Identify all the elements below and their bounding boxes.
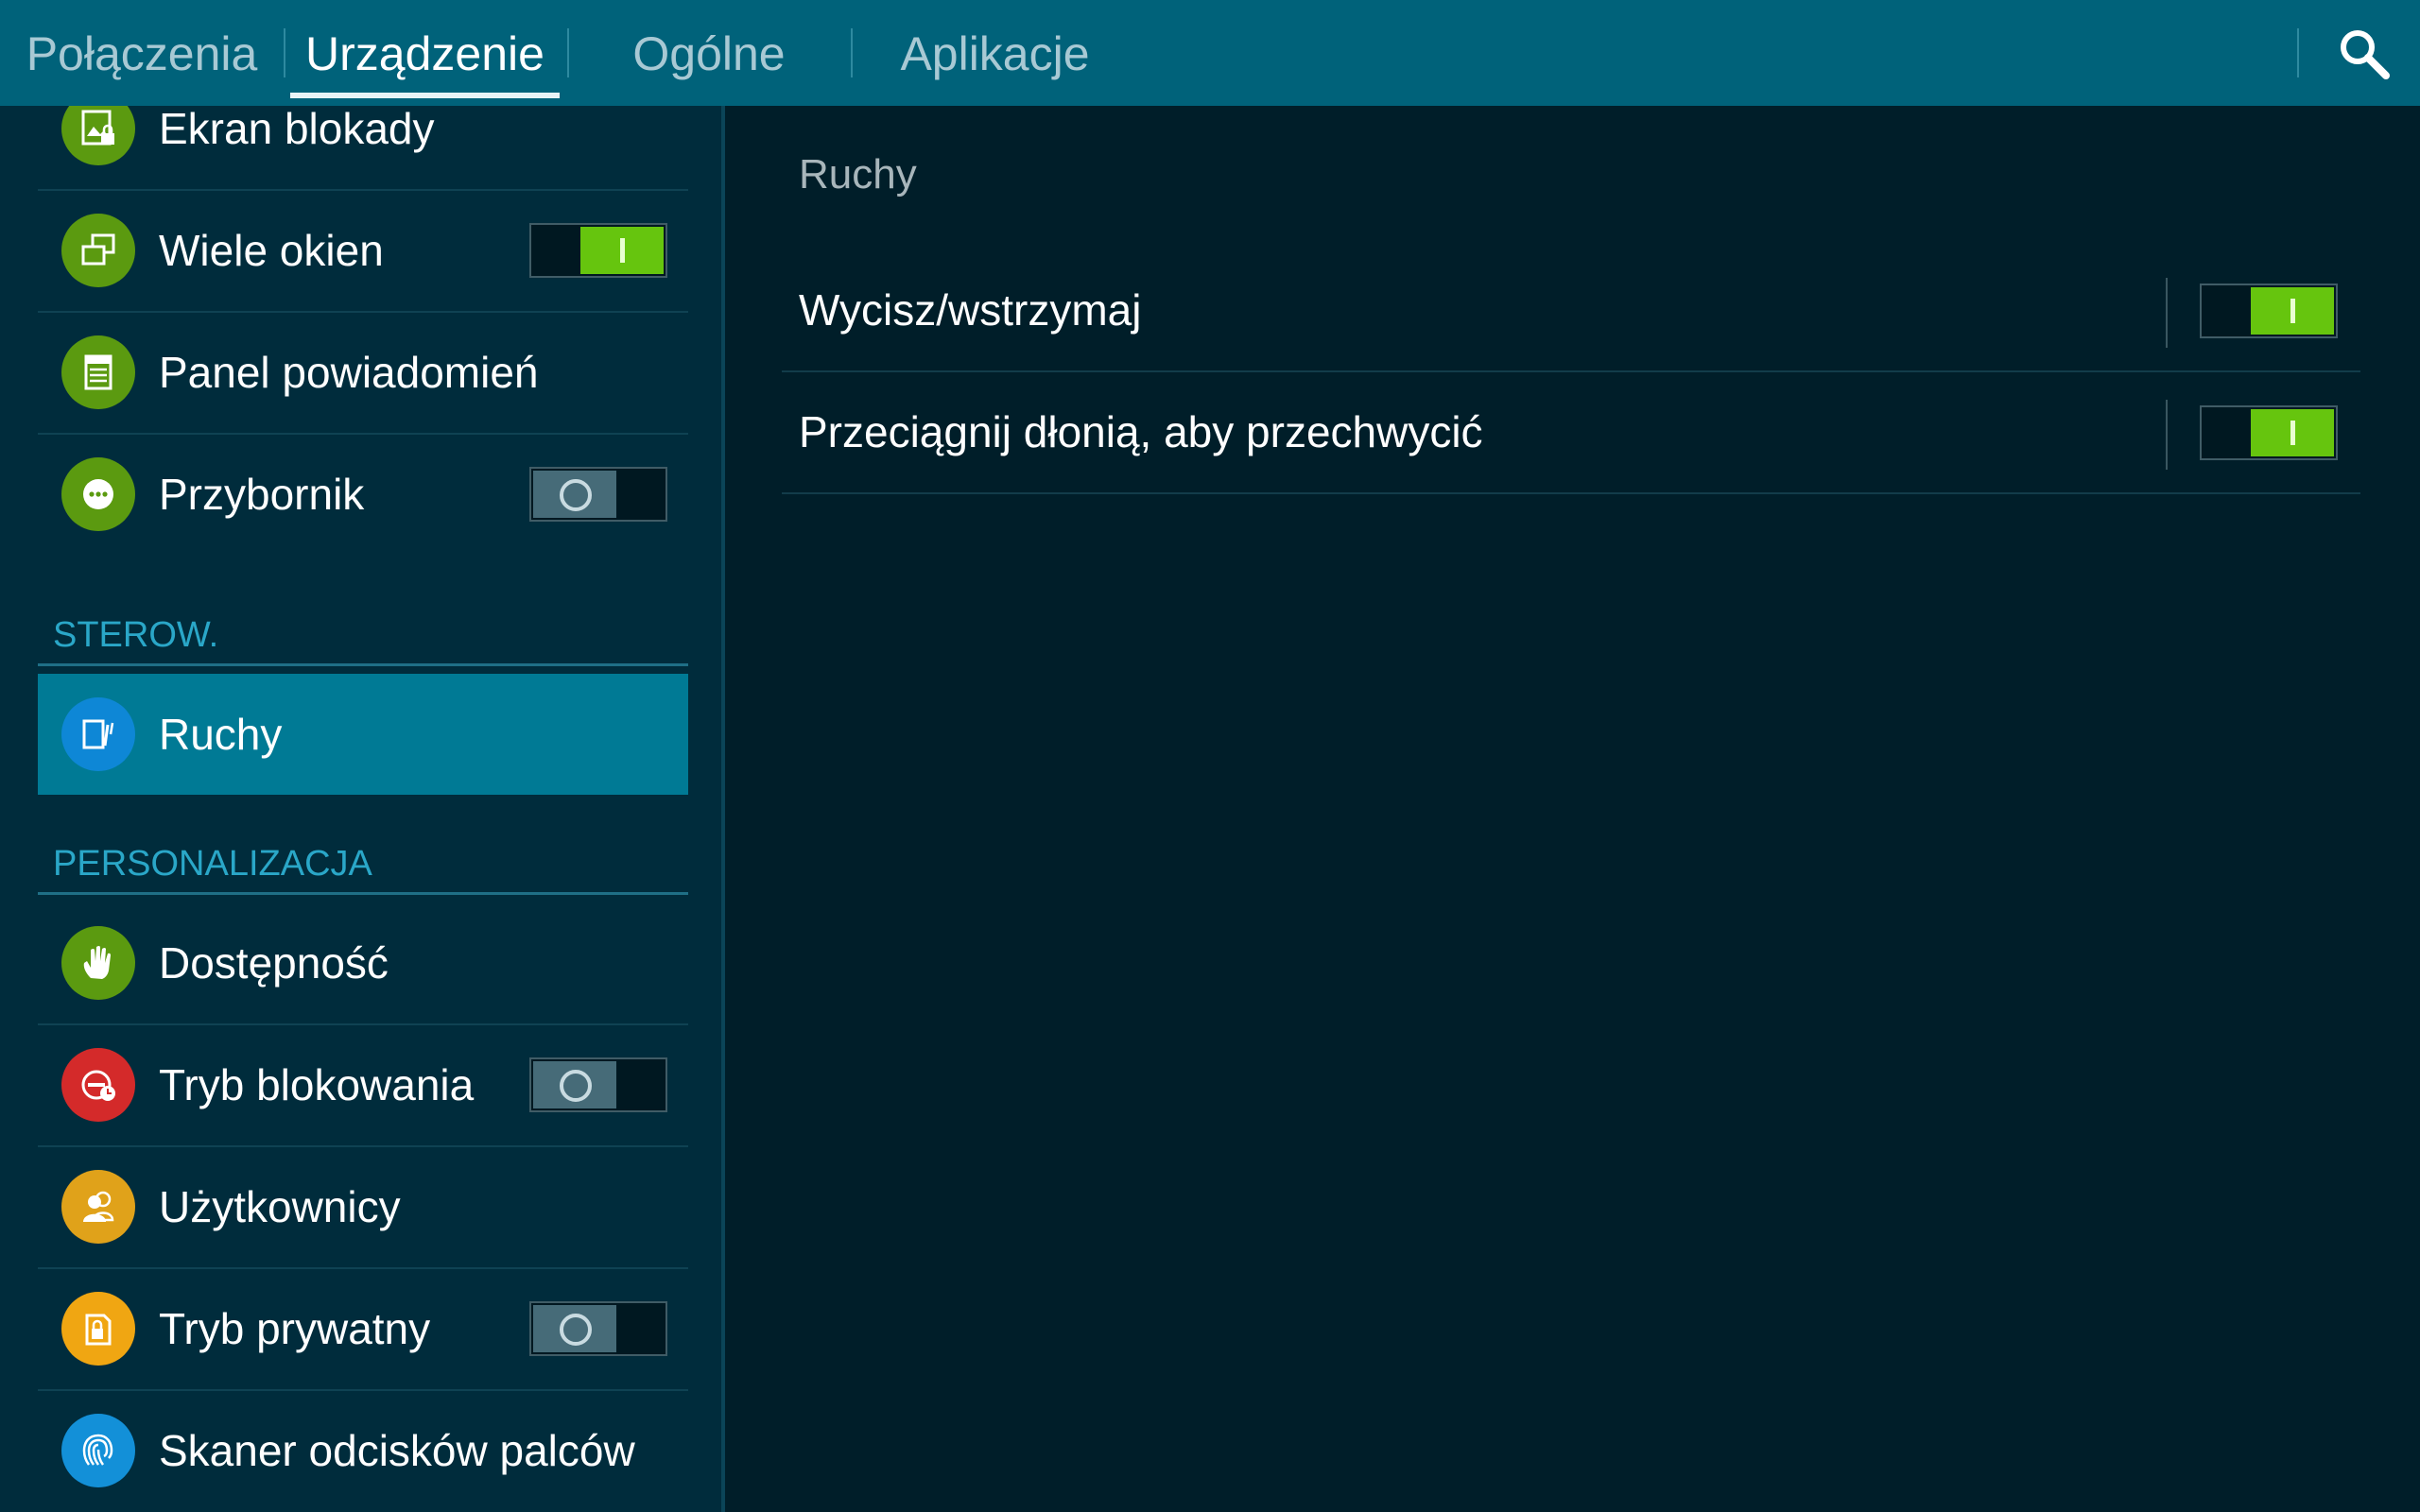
row-divider — [2166, 278, 2168, 348]
menu-item-toolbox[interactable]: Przybornik — [38, 434, 688, 555]
toggle-knob — [2251, 287, 2334, 335]
menu-item-label: Ruchy — [159, 710, 283, 759]
menu-item-fingerprint-scanner[interactable]: Skaner odcisków palców — [38, 1390, 688, 1511]
section-header-label: PERSONALIZACJA — [53, 844, 372, 884]
tab-label: Ogólne — [632, 27, 786, 80]
private-mode-toggle[interactable] — [529, 1301, 667, 1356]
tab-ogolne[interactable]: Ogólne — [586, 0, 832, 106]
menu-item-label: Ekran blokady — [159, 106, 435, 153]
fingerprint-icon — [61, 1414, 135, 1487]
motions-icon — [61, 697, 135, 771]
menu-item-accessibility[interactable]: Dostępność — [38, 902, 688, 1025]
blocking-mode-icon — [61, 1048, 135, 1122]
menu-item-lock-screen[interactable]: Ekran blokady — [38, 106, 688, 191]
menu-item-label: Skaner odcisków palców — [159, 1426, 635, 1475]
multi-window-icon — [61, 214, 135, 287]
top-tab-bar: Połączenia Urządzenie Ogólne Aplikacje — [0, 0, 2420, 106]
private-mode-icon — [61, 1292, 135, 1366]
tab-divider — [284, 28, 285, 77]
tab-label: Aplikacje — [900, 27, 1090, 80]
notification-panel-icon — [61, 335, 135, 409]
toolbox-toggle[interactable] — [529, 467, 667, 522]
tab-divider — [851, 28, 853, 77]
menu-item-motions[interactable]: Ruchy — [38, 674, 688, 795]
tab-label: Urządzenie — [305, 27, 544, 80]
menu-item-private-mode[interactable]: Tryb prywatny — [38, 1268, 688, 1391]
tab-urzadzenie[interactable]: Urządzenie — [290, 0, 560, 106]
menu-item-users[interactable]: Użytkownicy — [38, 1146, 688, 1269]
users-icon — [61, 1170, 135, 1244]
active-tab-indicator — [290, 93, 560, 98]
setting-label: Wycisz/wstrzymaj — [799, 285, 1142, 335]
lock-screen-icon — [61, 106, 135, 165]
mute-pause-toggle[interactable] — [2200, 284, 2338, 338]
palm-swipe-capture-toggle[interactable] — [2200, 405, 2338, 460]
detail-title: Ruchy — [799, 151, 917, 198]
tab-aplikacje[interactable]: Aplikacje — [870, 0, 1120, 106]
menu-item-label: Tryb blokowania — [159, 1060, 475, 1109]
menu-item-label: Tryb prywatny — [159, 1304, 431, 1353]
toggle-knob — [580, 227, 664, 274]
menu-item-multi-window[interactable]: Wiele okien — [38, 190, 688, 313]
search-button[interactable] — [2322, 0, 2420, 106]
toggle-knob — [533, 471, 616, 518]
menu-item-label: Panel powiadomień — [159, 348, 539, 397]
tab-polaczenia[interactable]: Połączenia — [19, 0, 265, 106]
menu-item-blocking-mode[interactable]: Tryb blokowania — [38, 1024, 688, 1147]
settings-category-list[interactable]: Ekran blokady Wiele okien Panel powiadom… — [0, 106, 725, 1512]
menu-item-label: Użytkownicy — [159, 1182, 401, 1231]
row-divider — [2166, 400, 2168, 470]
menu-item-notification-panel[interactable]: Panel powiadomień — [38, 312, 688, 435]
setting-row-palm-swipe-capture[interactable]: Przeciągnij dłonią, aby przechwycić — [782, 371, 2360, 494]
search-icon — [2341, 30, 2390, 79]
menu-item-label: Dostępność — [159, 938, 389, 988]
section-header-label: STEROW. — [53, 615, 219, 655]
tab-divider — [2297, 28, 2299, 77]
setting-row-mute-pause[interactable]: Wycisz/wstrzymaj — [782, 249, 2360, 372]
toolbox-icon — [61, 457, 135, 531]
section-header-personalization: PERSONALIZACJA — [38, 843, 688, 895]
menu-item-label: Wiele okien — [159, 226, 384, 275]
setting-label: Przeciągnij dłonią, aby przechwycić — [799, 407, 1483, 456]
blocking-mode-toggle[interactable] — [529, 1057, 667, 1112]
toggle-knob — [2251, 409, 2334, 456]
accessibility-hand-icon — [61, 926, 135, 1000]
tab-divider — [567, 28, 569, 77]
section-header-controls: STEROW. — [38, 614, 688, 666]
tab-label: Połączenia — [26, 27, 258, 80]
toggle-knob — [533, 1061, 616, 1108]
toggle-knob — [533, 1305, 616, 1352]
menu-item-label: Przybornik — [159, 470, 365, 519]
multi-window-toggle[interactable] — [529, 223, 667, 278]
